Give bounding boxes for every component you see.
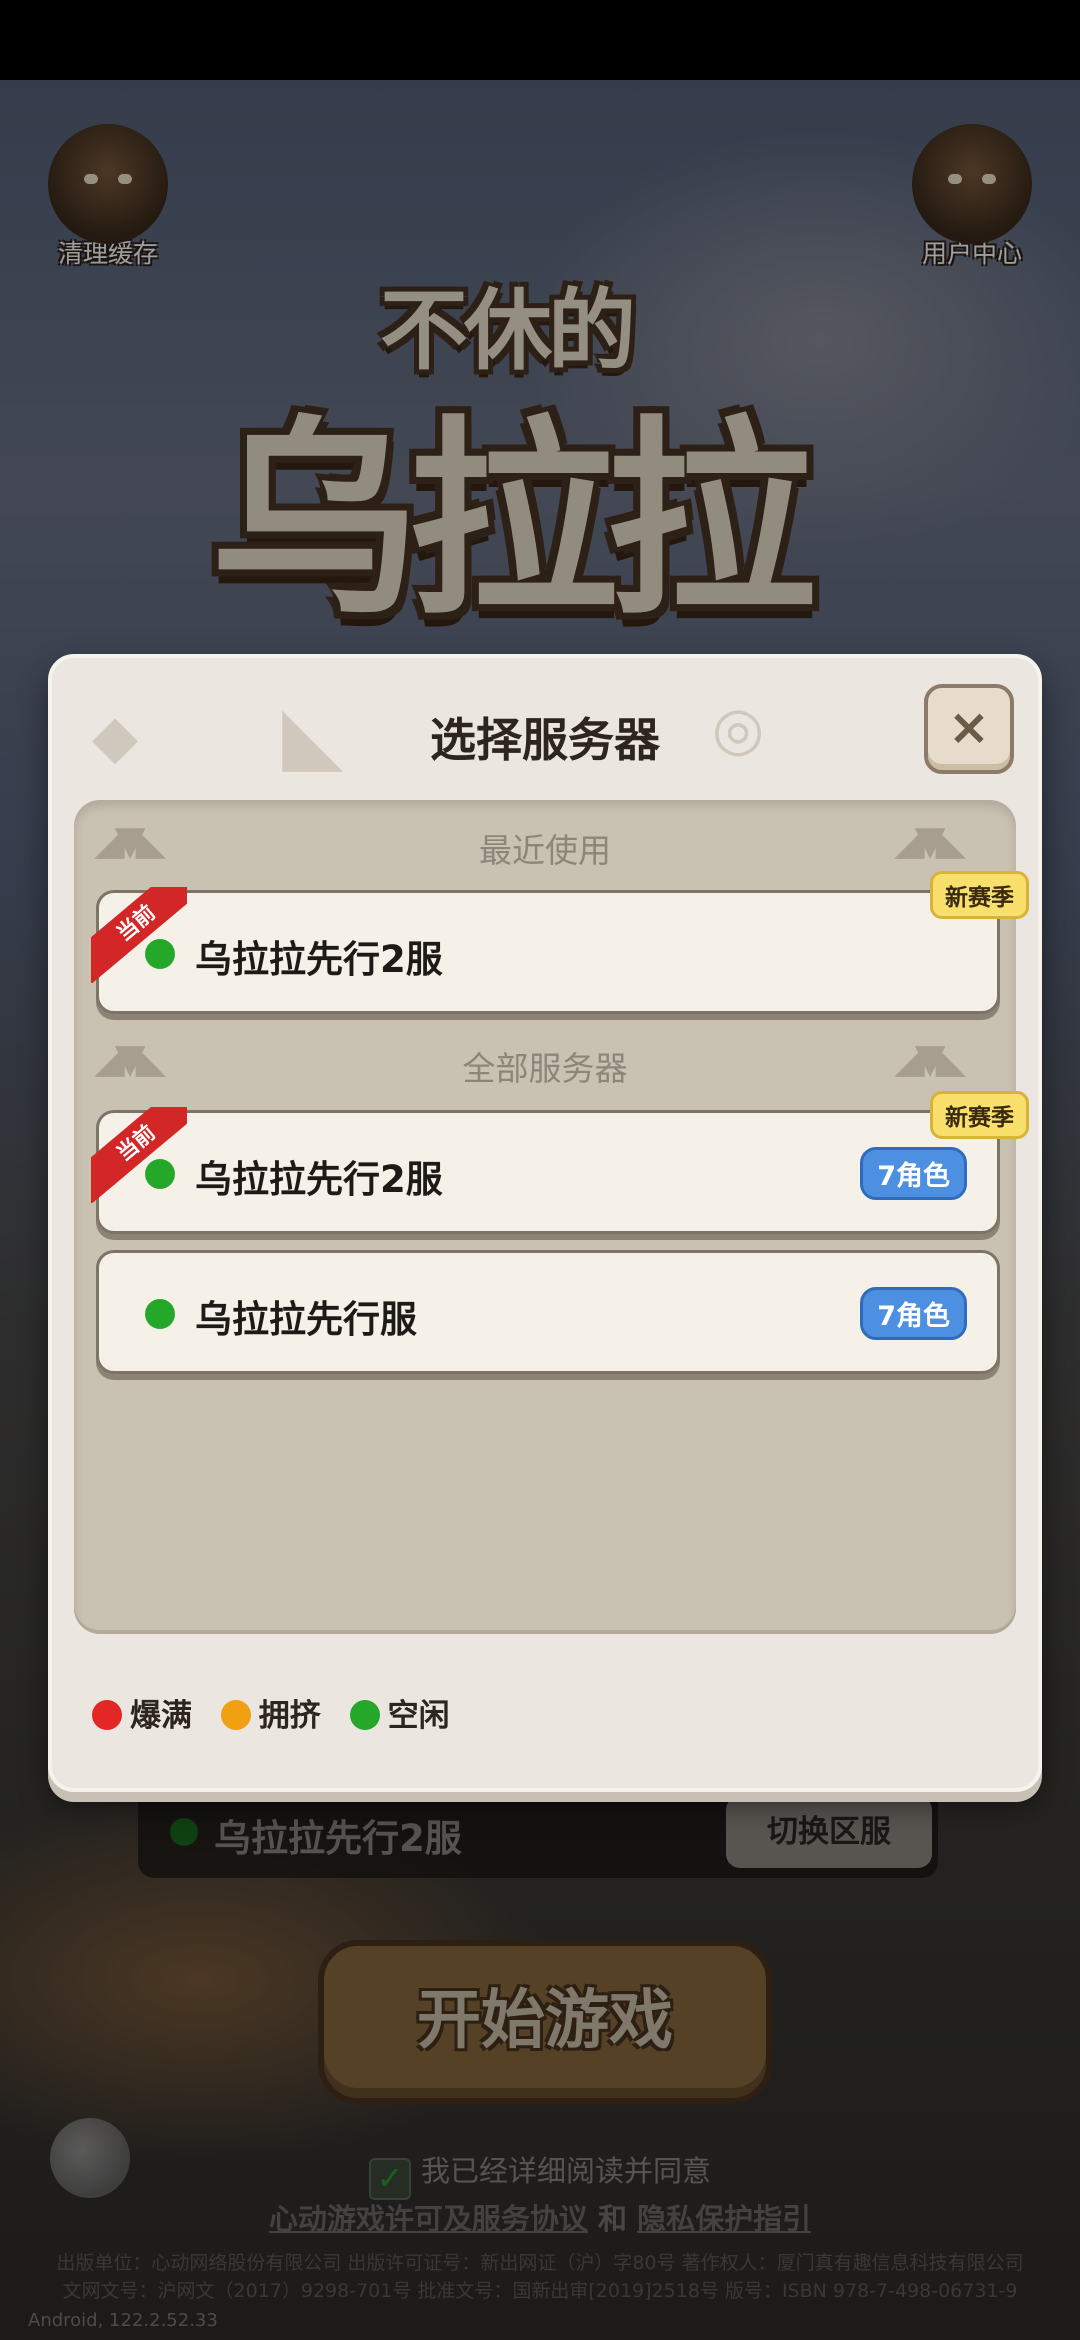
legend-idle: 空闲 — [349, 1690, 450, 1735]
server-card[interactable]: 当前 乌拉拉先行2服 新赛季 7角色 — [91, 1091, 1029, 1234]
legend-dot — [92, 1700, 122, 1730]
dialog-title: 选择服务器 — [430, 713, 660, 767]
current-ribbon: 当前 — [91, 1107, 187, 1203]
legend-dot — [220, 1700, 251, 1730]
legend-full: 爆满 — [92, 1690, 192, 1735]
server-select-dialog: ◆ ◣ ◎ 选择服务器 × ◢▼◣ 最近使用 ◢▼◣ 当前 乌拉拉先行2服 新赛… — [48, 654, 1042, 1792]
server-name: 乌拉拉先行2服 — [195, 938, 443, 981]
legend-crowded: 拥挤 — [220, 1690, 321, 1735]
current-ribbon: 当前 — [91, 887, 187, 983]
status-legend: 爆满 拥挤 空闲 — [92, 1690, 468, 1734]
recent-section-header: 最近使用 — [479, 831, 611, 870]
roles-count-badge: 7角色 — [860, 1147, 967, 1200]
server-list-panel: ◢▼◣ 最近使用 ◢▼◣ 当前 乌拉拉先行2服 新赛季 ◢▼◣ 全部服务器 ◢▼… — [74, 800, 1029, 1634]
server-card[interactable]: 乌拉拉先行服 7角色 — [96, 1250, 1000, 1374]
chevron-decoration-icon: ◢▼◣ — [894, 818, 966, 864]
legend-dot — [349, 1700, 380, 1730]
server-name: 乌拉拉先行2服 — [195, 1158, 443, 1201]
server-status-dot — [145, 939, 175, 969]
new-season-badge: 新赛季 — [930, 871, 1029, 919]
roles-count-badge: 7角色 — [860, 1287, 967, 1340]
status-bar — [0, 0, 1080, 80]
server-status-dot — [145, 1299, 175, 1329]
close-button[interactable]: × — [924, 684, 1014, 774]
new-season-badge: 新赛季 — [930, 1091, 1029, 1139]
close-icon: × — [948, 698, 990, 756]
screen: 不休的 乌拉拉 清理缓存 用户中心 乌拉拉先行2服 切换区服 开始游戏 ✓ 我已经… — [0, 0, 1080, 2340]
server-status-dot — [145, 1159, 175, 1189]
chevron-decoration-icon: ◢▼◣ — [894, 1036, 966, 1082]
all-servers-section-header: 全部服务器 — [462, 1049, 628, 1088]
recent-server-card[interactable]: 当前 乌拉拉先行2服 新赛季 — [91, 871, 1029, 1014]
server-name: 乌拉拉先行服 — [195, 1298, 417, 1341]
